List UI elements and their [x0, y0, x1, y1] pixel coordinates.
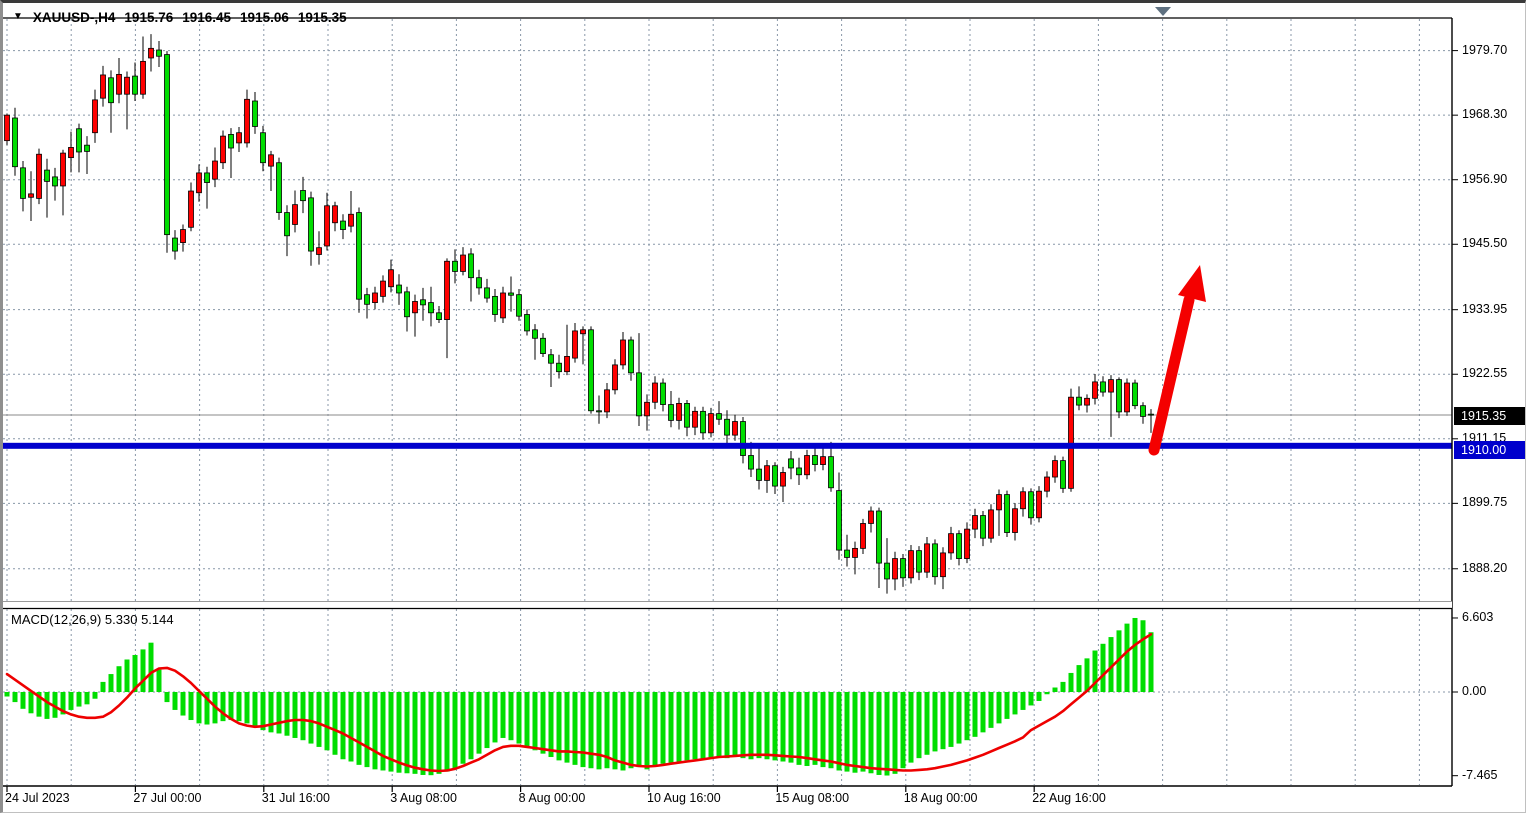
time-tick-label: 3 Aug 08:00: [390, 791, 457, 805]
support-level-line: [3, 443, 1452, 449]
price-tick-label: 1888.20: [1462, 561, 1507, 575]
low-value: 1915.06: [240, 10, 289, 25]
chart-canvas[interactable]: [3, 3, 1526, 813]
chart-shift-marker-icon[interactable]: [1155, 7, 1171, 16]
macd-tick-label: -7.465: [1462, 768, 1497, 782]
last-price-badge: 1915.35: [1454, 407, 1526, 425]
macd-signal-line: [7, 634, 1151, 771]
mt4-chart-window: ▼ XAUUSD-,H4 1915.76 1916.45 1915.06 191…: [0, 0, 1526, 813]
macd-tick-label: 0.00: [1462, 684, 1486, 698]
price-tick-label: 1956.90: [1462, 172, 1507, 186]
time-tick-label: 22 Aug 16:00: [1032, 791, 1106, 805]
macd-tick-label: 6.603: [1462, 610, 1493, 624]
time-tick-label: 8 Aug 00:00: [519, 791, 586, 805]
chart-header: ▼ XAUUSD-,H4 1915.76 1916.45 1915.06 191…: [13, 8, 347, 26]
red-up-arrow: [1154, 300, 1189, 450]
time-tick-label: 24 Jul 2023: [5, 791, 70, 805]
red-up-arrow-head: [1178, 265, 1206, 302]
time-tick-label: 27 Jul 00:00: [133, 791, 201, 805]
price-tick-label: 1899.75: [1462, 495, 1507, 509]
price-tick-label: 1968.30: [1462, 107, 1507, 121]
open-value: 1915.76: [124, 10, 173, 25]
time-tick-label: 31 Jul 16:00: [262, 791, 330, 805]
symbol-dropdown-icon: ▼: [13, 11, 23, 22]
close-value: 1915.35: [298, 10, 347, 25]
time-tick-label: 10 Aug 16:00: [647, 791, 721, 805]
macd-indicator-label: MACD(12,26,9) 5.330 5.144: [11, 612, 174, 627]
price-tick-label: 1933.95: [1462, 302, 1507, 316]
price-axis[interactable]: 1979.70 1968.30 1956.90 1945.50 1933.95 1922.…: [1453, 18, 1526, 786]
candles-layer: [5, 34, 1154, 594]
high-value: 1916.45: [182, 10, 231, 25]
level-1910-badge: 1910.00: [1454, 441, 1526, 459]
symbol-timeframe-label: XAUUSD-,H4: [33, 10, 116, 25]
time-axis[interactable]: 24 Jul 2023 27 Jul 00:00 31 Jul 16:00 3 Aug…: [3, 787, 1453, 813]
time-tick-label: 18 Aug 00:00: [904, 791, 978, 805]
price-tick-label: 1979.70: [1462, 43, 1507, 57]
price-tick-label: 1922.55: [1462, 366, 1507, 380]
time-tick-label: 15 Aug 08:00: [775, 791, 849, 805]
price-tick-label: 1945.50: [1462, 236, 1507, 250]
